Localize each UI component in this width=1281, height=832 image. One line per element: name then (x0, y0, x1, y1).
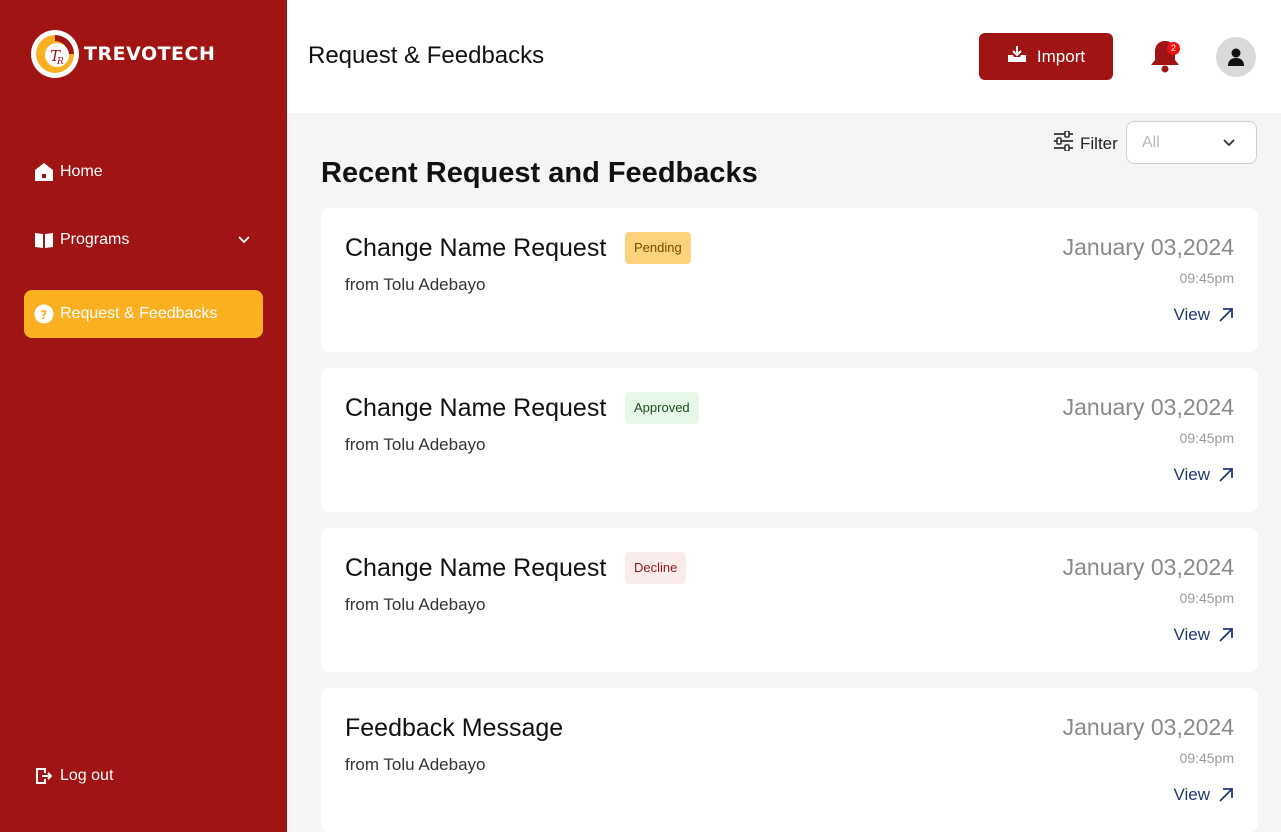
card-date: January 03,2024 (1062, 554, 1234, 580)
view-link[interactable]: View (1173, 465, 1234, 485)
card-time: 09:45pm (1179, 590, 1234, 606)
book-icon (34, 230, 54, 250)
notifications-button[interactable]: 2 (1149, 38, 1181, 74)
status-badge: Approved (625, 392, 699, 424)
logout-icon (34, 766, 54, 786)
avatar[interactable] (1216, 37, 1256, 77)
home-icon (34, 162, 54, 182)
notification-count-badge: 2 (1167, 42, 1180, 55)
card-title: Change Name Request (345, 234, 607, 262)
filter-label: Filter (1080, 133, 1118, 153)
card-time: 09:45pm (1179, 270, 1234, 286)
page-title: Request & Feedbacks (308, 42, 545, 69)
svg-text:R: R (56, 57, 64, 67)
logout-button[interactable]: Log out (24, 752, 263, 800)
card-date: January 03,2024 (1062, 394, 1234, 420)
card-title: Feedback Message (345, 714, 564, 742)
status-badge: Pending (625, 232, 691, 264)
sidebar-item-home[interactable]: Home (24, 148, 263, 196)
arrow-up-right-icon (1219, 468, 1233, 482)
card-title: Change Name Request (345, 554, 607, 582)
sidebar: T R TREVOTECH Home Programs ? Request & … (0, 0, 287, 832)
filter-select[interactable]: All (1126, 121, 1257, 164)
sidebar-item-label: Request & Feedbacks (60, 305, 218, 322)
card-sender: from Tolu Adebayo (345, 755, 486, 774)
view-link[interactable]: View (1173, 785, 1234, 805)
request-card: Change Name Request Decline from Tolu Ad… (321, 528, 1258, 672)
svg-text:?: ? (40, 308, 47, 322)
card-sender: from Tolu Adebayo (345, 275, 486, 294)
sidebar-item-label: Programs (60, 231, 130, 248)
request-card: Change Name Request Pending from Tolu Ad… (321, 208, 1258, 352)
chevron-down-icon[interactable] (237, 232, 251, 251)
card-sender: from Tolu Adebayo (345, 435, 486, 454)
chevron-down-icon (1222, 136, 1236, 154)
view-label: View (1173, 305, 1210, 324)
view-link[interactable]: View (1173, 305, 1234, 325)
user-icon (1228, 48, 1244, 66)
card-time: 09:45pm (1179, 430, 1234, 446)
feedback-card: Feedback Message from Tolu Adebayo Janua… (321, 688, 1258, 832)
filter-sliders-icon (1053, 130, 1074, 156)
view-label: View (1173, 465, 1210, 484)
card-time: 09:45pm (1179, 750, 1234, 766)
import-label: Import (1036, 46, 1086, 66)
sidebar-item-label: Home (60, 163, 103, 180)
view-link[interactable]: View (1173, 625, 1234, 645)
filter-selected-value: All (1142, 133, 1160, 151)
import-button[interactable]: Import (979, 33, 1113, 80)
logo-mark-icon: T R (30, 27, 81, 81)
view-label: View (1173, 785, 1210, 804)
top-bar: Request & Feedbacks Import 2 (287, 0, 1281, 113)
arrow-up-right-icon (1219, 628, 1233, 642)
status-badge: Decline (625, 552, 687, 584)
section-title: Recent Request and Feedbacks (321, 157, 758, 189)
logout-label: Log out (60, 767, 114, 784)
card-date: January 03,2024 (1062, 234, 1234, 260)
sidebar-item-request-feedbacks[interactable]: ? Request & Feedbacks (24, 290, 263, 338)
card-sender: from Tolu Adebayo (345, 595, 486, 614)
card-date: January 03,2024 (1062, 714, 1234, 740)
view-label: View (1173, 625, 1210, 644)
sidebar-item-programs[interactable]: Programs (24, 216, 263, 264)
card-title: Change Name Request (345, 394, 607, 422)
brand-logo[interactable]: T R TREVOTECH (30, 27, 215, 81)
import-icon (1007, 45, 1027, 68)
brand-name: TREVOTECH (84, 43, 216, 65)
arrow-up-right-icon (1219, 308, 1233, 322)
help-circle-icon: ? (34, 304, 54, 324)
request-card: Change Name Request Approved from Tolu A… (321, 368, 1258, 512)
filter-control[interactable]: Filter (1053, 130, 1118, 156)
arrow-up-right-icon (1219, 788, 1233, 802)
